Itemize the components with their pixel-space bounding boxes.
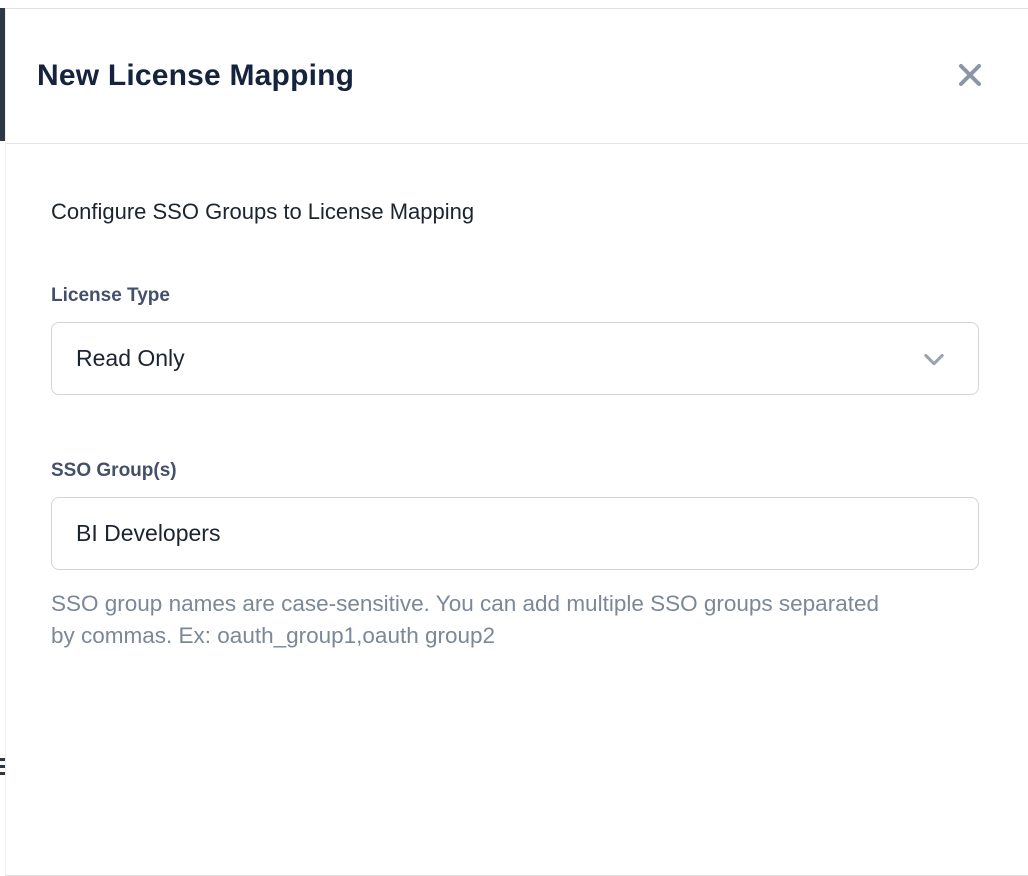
license-type-selected-value: Read Only	[76, 345, 185, 372]
dialog-body: Configure SSO Groups to License Mapping …	[6, 144, 1028, 651]
sso-groups-input[interactable]	[51, 497, 979, 570]
license-type-select[interactable]: Read Only	[51, 322, 979, 395]
dialog-title: New License Mapping	[37, 59, 354, 93]
license-type-field: License Type Read Only	[51, 285, 978, 395]
chevron-down-icon	[920, 345, 948, 373]
close-button[interactable]	[952, 58, 988, 94]
sso-groups-field: SSO Group(s) SSO group names are case-se…	[51, 460, 978, 651]
new-license-mapping-dialog: New License Mapping Configure SSO Groups…	[5, 8, 1028, 876]
dialog-header: New License Mapping	[6, 9, 1028, 144]
dialog-subtitle: Configure SSO Groups to License Mapping	[51, 199, 978, 225]
license-type-label: License Type	[51, 285, 978, 307]
sso-groups-label: SSO Group(s)	[51, 460, 978, 482]
sso-groups-help-text: SSO group names are case-sensitive. You …	[51, 588, 891, 651]
close-icon	[957, 62, 983, 91]
